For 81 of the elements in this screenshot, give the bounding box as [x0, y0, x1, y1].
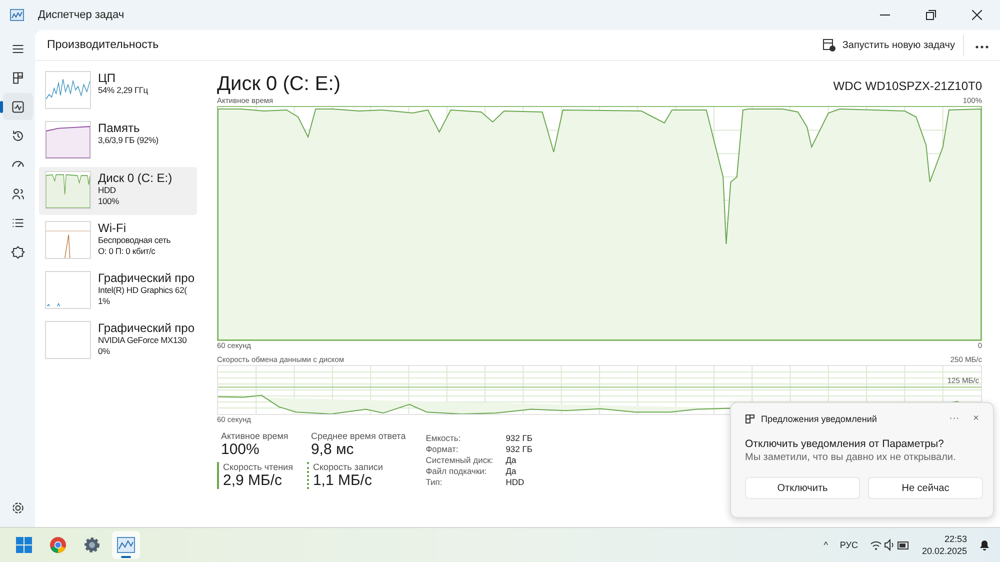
gear-icon [83, 536, 101, 554]
device-info: 54% 2,29 ГГц [98, 85, 148, 96]
mini-graph [45, 271, 91, 309]
sidebar-item[interactable]: Диск 0 (C: E:) HDD 100% [39, 167, 197, 215]
device-name: Память [98, 121, 141, 135]
device-name: Wi-Fi [98, 221, 127, 235]
close-icon [972, 10, 982, 20]
users-icon [10, 186, 24, 200]
grid-icon [745, 414, 755, 424]
bell-icon[interactable] [979, 539, 990, 551]
device-usage: 1% [98, 296, 111, 307]
notification-button[interactable]: Отключить [745, 477, 860, 499]
clock-icon [10, 128, 24, 142]
grid-icon [10, 70, 24, 84]
mini-graph [45, 71, 91, 109]
settings-icon [10, 500, 24, 514]
tray-chevron[interactable]: ^ [824, 540, 828, 550]
device-usage: 0% [98, 346, 111, 357]
device-info: Беспроводная сеть [98, 235, 171, 246]
property-value: Да [506, 455, 518, 465]
device-usage: 100% [98, 196, 120, 207]
tray-status-icons[interactable] [870, 539, 910, 551]
run-new-task-button[interactable]: Запустить новую задачу [815, 34, 964, 56]
task-manager-icon [117, 537, 135, 553]
property-label: Системный диск: [426, 455, 494, 465]
property-label: Тип: [426, 477, 444, 487]
language-indicator[interactable]: РУС [840, 540, 858, 550]
sidebar-item[interactable]: Графический про NVIDIA GeForce MX130 0% [39, 317, 197, 365]
property-value: HDD [506, 477, 526, 487]
property-value: Да [506, 466, 518, 476]
stat-value: 100% [221, 441, 260, 458]
device-name: ЦП [98, 71, 117, 85]
nav-button[interactable] [2, 93, 32, 120]
window-title: Диспетчер задач [38, 9, 126, 21]
sidebar-item[interactable]: Графический про Intel(R) HD Graphics 62( 1% [39, 267, 197, 315]
property-label: Емкость: [426, 433, 462, 443]
device-info: NVIDIA GeForce MX130 [98, 335, 188, 346]
stat-label: Скорость чтения [223, 462, 293, 472]
windows-logo-icon [15, 536, 33, 554]
notification-title: Отключить уведомления от Параметры? [745, 438, 945, 450]
mini-graph [45, 321, 91, 359]
property-label: Файл подкачки: [426, 466, 488, 476]
close-button[interactable]: × [969, 413, 983, 424]
more-button[interactable]: ··· [945, 413, 964, 424]
stat-label: Скорость записи [312, 462, 384, 472]
notification-app-name: Предложения уведомлений [761, 414, 878, 424]
taskbar-app[interactable] [112, 531, 140, 559]
notification-button[interactable]: Не сейчас [868, 477, 983, 499]
device-name: Графический про [98, 271, 195, 285]
device-info: 3,6/3,9 ГБ (92%) [98, 135, 158, 146]
stat-label: Активное время [221, 431, 290, 441]
mini-graph [45, 221, 91, 259]
device-name: Графический про [98, 321, 195, 335]
device-usage: О: 0 П: 0 кбит/с [98, 246, 156, 257]
stat-label: Среднее время ответа [310, 431, 406, 441]
notification-body: Мы заметили, что вы давно их не открывали. [745, 452, 957, 463]
clock-date[interactable]: 20.02.2025 [922, 545, 967, 557]
property-value: 932 ГБ [506, 444, 532, 454]
pulse-icon [10, 100, 24, 114]
property-label: Формат: [426, 444, 460, 454]
disk-model: WDC WD10SPZX-21Z10T0 [833, 79, 982, 93]
sidebar-item[interactable]: Wi-Fi Беспроводная сеть О: 0 П: 0 кбит/с [39, 217, 197, 265]
sidebar-item[interactable]: Память 3,6/3,9 ГБ (92%) [39, 117, 197, 165]
device-name: Диск 0 (C: E:) [98, 171, 172, 185]
clock-time[interactable]: 22:53 [944, 533, 967, 545]
browser-icon [49, 536, 67, 554]
stat-value: 2,9 МБ/с [223, 472, 284, 489]
stat-value: 9,8 мс [310, 441, 355, 458]
page-title: Производительность [47, 39, 160, 51]
stat-value: 1,1 МБ/с [312, 472, 373, 489]
property-value: 932 ГБ [506, 433, 532, 443]
mini-graph [45, 171, 91, 209]
disk-title: Диск 0 (C: E:) [217, 73, 340, 96]
device-info: Intel(R) HD Graphics 62( [98, 285, 188, 296]
restore-icon [926, 10, 936, 20]
sidebar-item[interactable]: ЦП 54% 2,29 ГГц [39, 67, 197, 115]
app-icon [10, 9, 24, 21]
new-task-icon [823, 38, 836, 52]
device-info: HDD [98, 185, 117, 196]
more-icon [975, 45, 989, 49]
mini-graph [45, 121, 91, 159]
